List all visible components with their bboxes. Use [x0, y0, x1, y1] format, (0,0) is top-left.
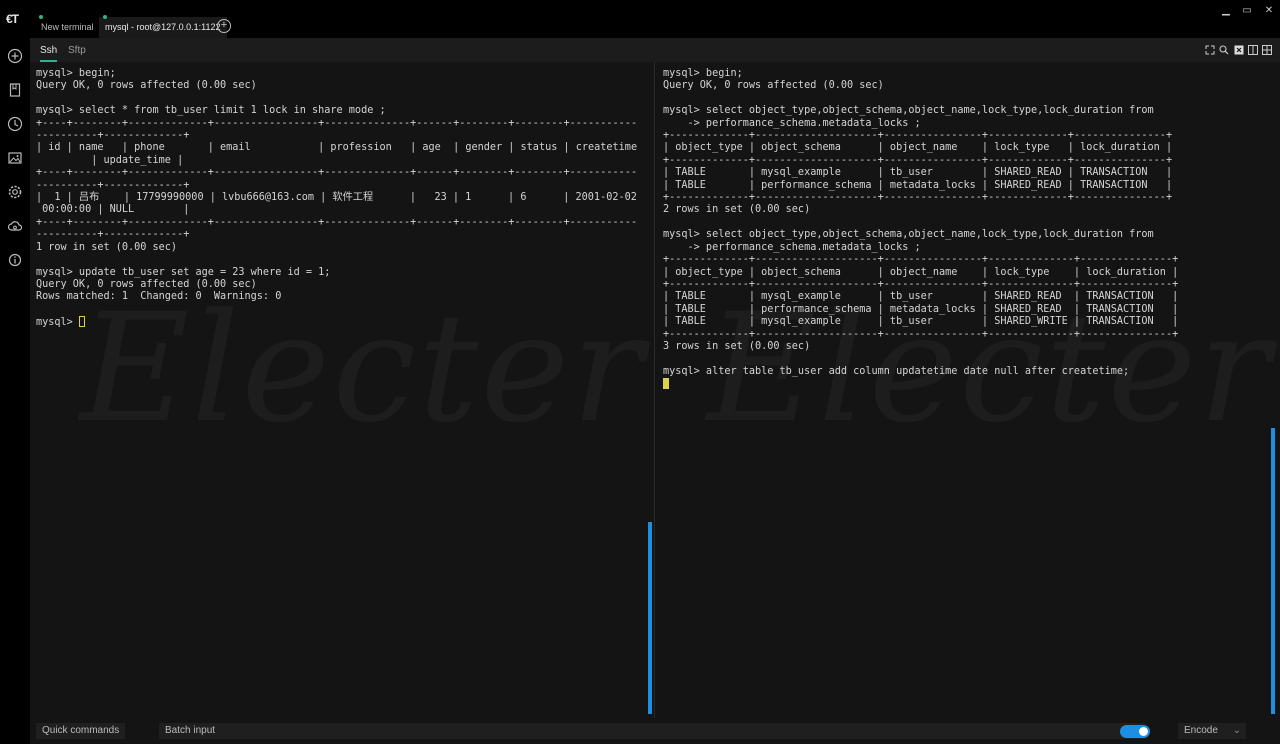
terminal-cursor: [78, 316, 85, 328]
batch-toggle[interactable]: [1120, 725, 1150, 738]
tab-label: New terminal: [41, 22, 94, 32]
quick-commands-button[interactable]: Quick commands: [36, 723, 126, 739]
sidebar: [0, 38, 30, 744]
tab-label: mysql - root@127.0.0.1:1122: [105, 22, 221, 32]
add-tab-icon[interactable]: +: [217, 19, 231, 33]
terminal-text: mysql> begin; Query OK, 0 rows affected …: [36, 68, 638, 329]
split-vertical-icon[interactable]: [1248, 45, 1258, 55]
terminal-text: mysql> begin; Query OK, 0 rows affected …: [663, 68, 1179, 377]
terminal-pane-left[interactable]: Electerm mysql> begin; Query OK, 0 rows …: [30, 62, 653, 718]
encode-label: Encode: [1184, 725, 1218, 736]
search-icon[interactable]: [1219, 45, 1229, 55]
batch-input-field[interactable]: Batch input: [159, 723, 1145, 739]
terminal-pane-right[interactable]: Electerm mysql> begin; Query OK, 0 rows …: [657, 62, 1280, 718]
history-icon[interactable]: [7, 116, 23, 132]
info-icon[interactable]: [7, 252, 23, 268]
settings-icon[interactable]: [7, 184, 23, 200]
tab-mysql-session[interactable]: mysql - root@127.0.0.1:1122: [99, 15, 227, 38]
terminal-cursor: [663, 378, 669, 390]
scrollbar-right[interactable]: [1271, 428, 1275, 714]
restore-icon[interactable]: ▭: [1239, 4, 1255, 18]
title-bar: €T New terminal mysql - root@127.0.0.1:1…: [0, 0, 1280, 38]
cloud-sync-icon[interactable]: [7, 218, 23, 234]
tab-sftp[interactable]: Sftp: [68, 45, 86, 56]
session-subtabs: Ssh Sftp: [30, 38, 1280, 62]
scrollbar-left[interactable]: [648, 522, 652, 714]
tab-status-dot: [103, 15, 107, 19]
bottom-bar: Quick commands Batch input Encode ⌄: [30, 718, 1280, 744]
bookmark-icon[interactable]: [7, 82, 23, 98]
image-icon[interactable]: [7, 150, 23, 166]
app-logo: €T: [6, 12, 19, 26]
minimize-icon[interactable]: ▁: [1218, 4, 1234, 18]
clear-icon[interactable]: [1234, 45, 1244, 55]
add-icon[interactable]: [7, 48, 23, 64]
tab-new-terminal[interactable]: New terminal: [35, 15, 100, 38]
pane-divider[interactable]: [654, 62, 655, 718]
tab-status-dot: [39, 15, 43, 19]
tab-ssh[interactable]: Ssh: [40, 45, 58, 62]
terminal-output-left: mysql> begin; Query OK, 0 rows affected …: [36, 68, 637, 330]
fullscreen-icon[interactable]: [1205, 45, 1215, 55]
chevron-down-icon: ⌄: [1232, 725, 1241, 736]
terminal-output-right: mysql> begin; Query OK, 0 rows affected …: [663, 68, 1178, 392]
close-icon[interactable]: ✕: [1261, 4, 1277, 18]
encode-select[interactable]: Encode ⌄: [1178, 723, 1246, 739]
split-horizontal-icon[interactable]: [1262, 45, 1272, 55]
